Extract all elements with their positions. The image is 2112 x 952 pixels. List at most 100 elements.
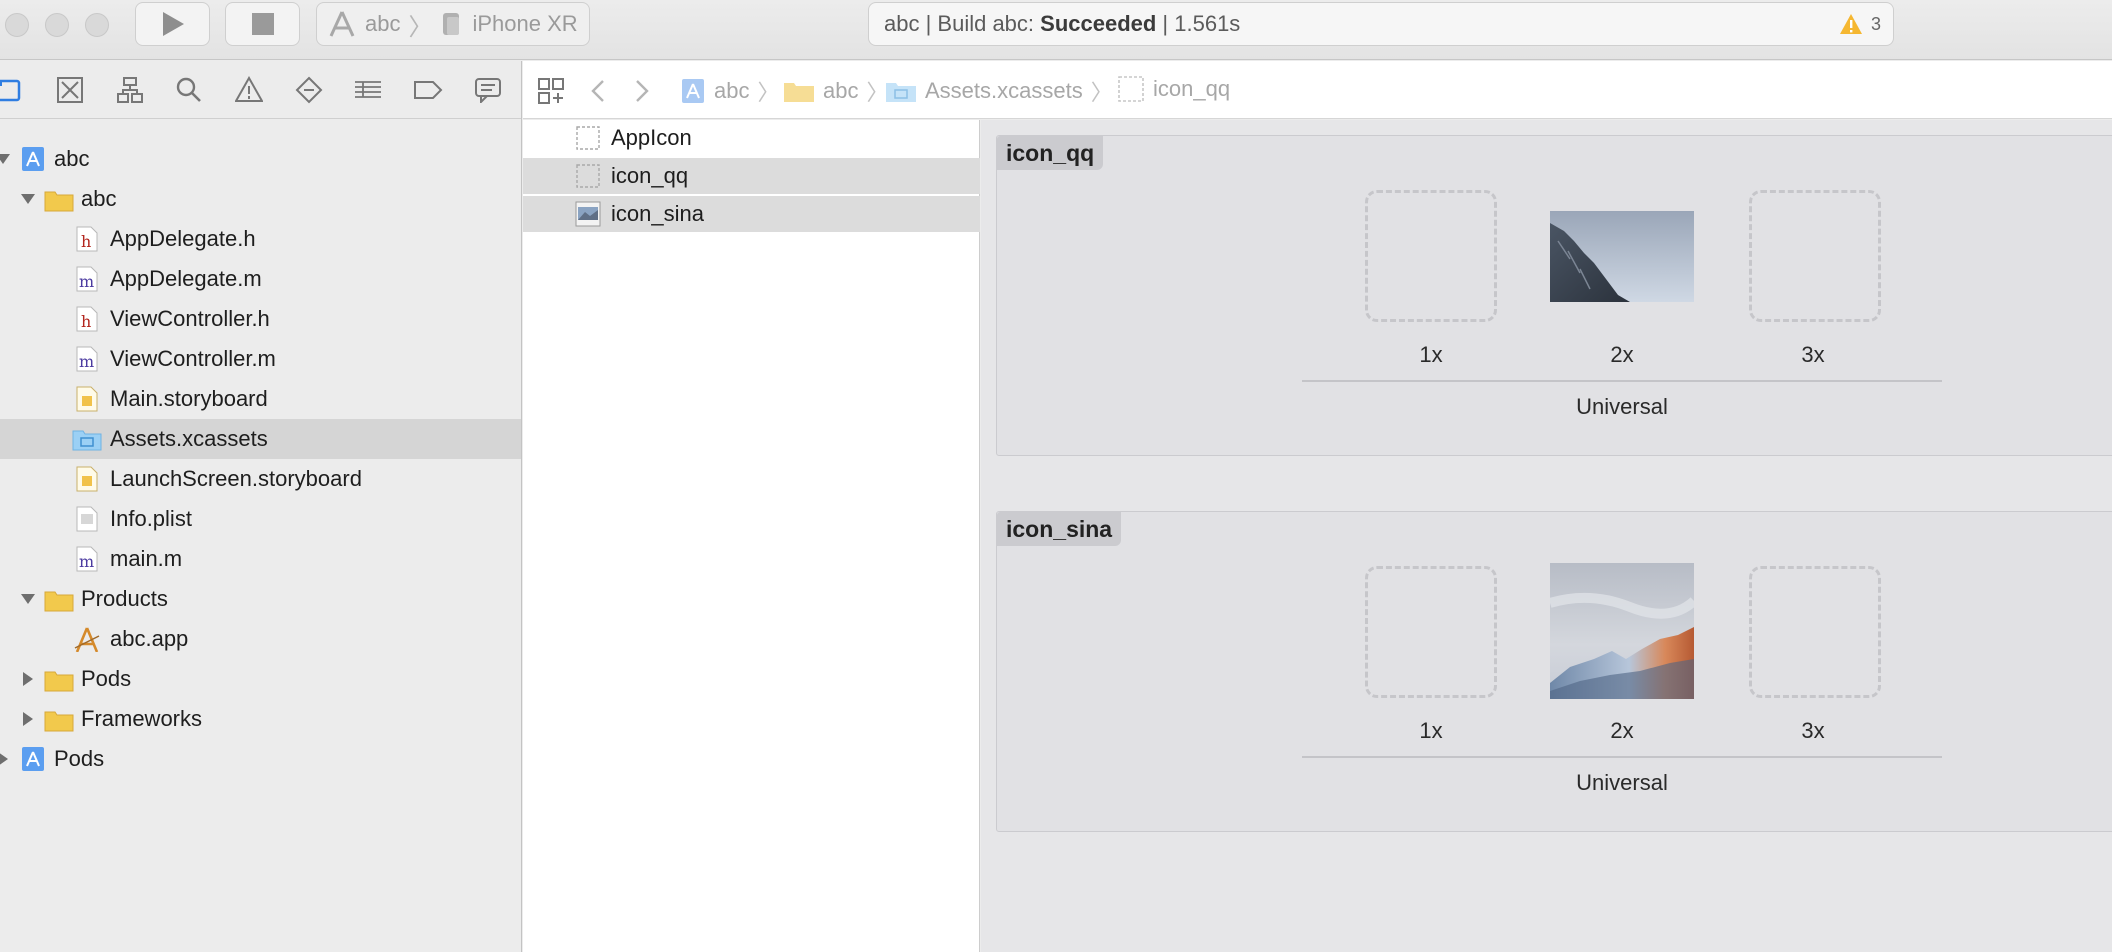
breadcrumb-label: abc [823, 78, 859, 103]
scale-label-3x: 3x [1801, 342, 1825, 367]
tree-item-label: LaunchScreen.storyboard [110, 466, 362, 491]
scale-label-2x: 2x [1610, 718, 1634, 743]
activity-viewer: abc | Build abc: Succeeded | 1.561s 3 [868, 2, 1894, 46]
project-icon [682, 79, 704, 103]
build-status: Succeeded [1040, 11, 1157, 36]
back-arrow-icon[interactable] [589, 79, 607, 103]
tree-item-group-abc[interactable]: abc [0, 179, 521, 219]
disclosure-closed-icon[interactable] [19, 670, 37, 688]
tree-item-file[interactable]: h ViewController.h [0, 299, 521, 339]
asset-item-label: icon_sina [611, 201, 704, 226]
scale-label-1x: 1x [1419, 342, 1443, 367]
tree-item-label: Main.storyboard [110, 386, 268, 411]
folder-icon [44, 191, 74, 212]
folder-icon [784, 83, 814, 102]
image-slot-3x[interactable] [1749, 190, 1881, 322]
image-slot-1x[interactable] [1365, 566, 1497, 698]
tree-item-file[interactable]: Main.storyboard [0, 379, 521, 419]
image-slot-2x[interactable] [1550, 211, 1694, 302]
find-icon[interactable] [174, 75, 204, 105]
image-set-title: icon_sina [997, 512, 1122, 546]
tree-item-file[interactable]: Info.plist [0, 499, 521, 539]
tree-item-file[interactable]: abc.app [0, 619, 521, 659]
zoom-window-button[interactable] [85, 13, 109, 37]
tree-item-file[interactable]: Assets.xcassets [0, 419, 521, 459]
warning-icon [1839, 14, 1862, 34]
image-slot-2x[interactable] [1550, 563, 1694, 699]
image-slot-1x[interactable] [1365, 190, 1497, 322]
asset-item[interactable]: AppIcon [523, 120, 980, 156]
mountain-sunset-image [1550, 563, 1694, 699]
project-navigator-icon[interactable] [0, 75, 22, 105]
tree-item-label: Info.plist [110, 506, 192, 531]
tree-item-label: abc [81, 186, 117, 211]
debug-icon[interactable] [353, 75, 383, 105]
empty-image-set-icon [576, 164, 600, 188]
breakpoint-icon[interactable] [413, 75, 443, 105]
breadcrumb-label: abc [714, 78, 750, 103]
tree-item-group-products[interactable]: Products [0, 579, 521, 619]
breadcrumb-group[interactable]: abc 〉 [783, 75, 889, 107]
close-window-button[interactable] [5, 13, 29, 37]
breadcrumb-project[interactable]: abc 〉 [680, 75, 780, 107]
device-label: Universal [1576, 770, 1668, 795]
related-items-icon[interactable] [537, 77, 565, 105]
issue-icon[interactable] [234, 75, 264, 105]
storyboard-icon [76, 466, 98, 492]
stop-button[interactable] [225, 2, 300, 46]
warning-indicator[interactable]: 3 [1839, 13, 1881, 35]
stop-icon [251, 13, 274, 35]
tree-item-file[interactable]: m ViewController.m [0, 339, 521, 379]
minimize-window-button[interactable] [45, 13, 69, 37]
report-icon[interactable] [473, 75, 503, 105]
svg-text:m: m [79, 552, 94, 571]
device-label: Universal [1576, 394, 1668, 419]
tree-item-group-frameworks[interactable]: Frameworks [0, 699, 521, 739]
disclosure-open-icon[interactable] [19, 590, 37, 608]
image-slot-3x[interactable] [1749, 566, 1881, 698]
disclosure-open-icon[interactable] [19, 190, 37, 208]
source-control-icon[interactable] [55, 75, 85, 105]
breadcrumb-separator: 〉 [757, 80, 780, 105]
asset-item[interactable]: icon_qq [523, 158, 980, 194]
tree-item-group-pods[interactable]: Pods [0, 659, 521, 699]
disclosure-closed-icon[interactable] [19, 710, 37, 728]
empty-image-set-icon [576, 126, 600, 150]
run-button[interactable] [135, 2, 210, 46]
image-set-panel[interactable]: icon_sina 1x 2x 3x Universal [996, 511, 2112, 832]
toolbar: abc 〉 iPhone XR abc | Build abc: Succeed… [0, 0, 2112, 60]
test-icon[interactable] [294, 75, 324, 105]
asset-catalog-icon [72, 430, 102, 451]
breadcrumb-label: Assets.xcassets [925, 78, 1083, 103]
objc-file-icon: m [76, 266, 98, 292]
disclosure-closed-icon[interactable] [0, 750, 12, 768]
tree-item-project-pods[interactable]: Pods [0, 739, 521, 779]
asset-item[interactable]: icon_sina [523, 196, 980, 232]
mountain-cliff-image [1550, 211, 1694, 302]
tree-item-label: ViewController.m [110, 346, 276, 371]
asset-item-label: icon_qq [611, 163, 689, 188]
scheme-selector[interactable]: abc 〉 iPhone XR [316, 2, 590, 46]
breadcrumb-image-set[interactable]: icon_qq [1117, 75, 1230, 103]
tree-item-file[interactable]: LaunchScreen.storyboard [0, 459, 521, 499]
tree-item-file[interactable]: m main.m [0, 539, 521, 579]
breadcrumb-asset-catalog[interactable]: Assets.xcassets 〉 [885, 75, 1113, 107]
project-navigator: abc abc h AppDelegate.h m AppDelegate.m … [0, 61, 522, 952]
disclosure-open-icon[interactable] [0, 150, 12, 168]
image-set-panel[interactable]: icon_qq 1x 2x 3x Universal [996, 135, 2112, 456]
folder-icon [44, 591, 74, 612]
svg-text:m: m [79, 272, 94, 291]
storyboard-icon [76, 386, 98, 412]
tree-item-label: abc [54, 146, 90, 171]
scale-label-2x: 2x [1610, 342, 1634, 367]
activity-prefix: abc | Build abc: [884, 11, 1041, 36]
tree-item-file[interactable]: m AppDelegate.m [0, 259, 521, 299]
forward-arrow-icon[interactable] [633, 79, 651, 103]
app-icon [74, 627, 100, 652]
tree-item-file[interactable]: h AppDelegate.h [0, 219, 521, 259]
symbol-navigator-icon[interactable] [115, 75, 145, 105]
tree-item-project-abc[interactable]: abc [0, 139, 521, 179]
app-target-icon [329, 11, 355, 37]
play-icon [162, 12, 184, 36]
scale-label-1x: 1x [1419, 718, 1443, 743]
